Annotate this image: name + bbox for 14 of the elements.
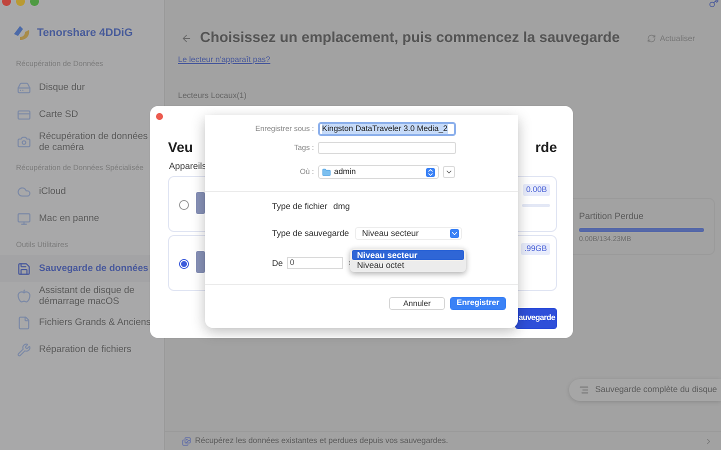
from-label: De [272,256,283,270]
footer-text: Récupérez les données existantes et perdues depuis vos sauvegardes. [195,435,450,447]
dialog-title-end: rde [535,138,557,157]
file-type-value: dmg [333,200,350,213]
partition-name: Partition Perdue [579,210,645,223]
section-label: Lecteurs Locaux(1) [178,90,248,102]
app-title: Tenorshare 4DDiG [37,26,133,41]
size-badge: 0.00B [523,184,550,196]
page-title: Choisissez un emplacement, puis commencez la sauvegarde [200,29,621,48]
devices-label: Appareils [169,160,207,173]
backup-type-label: Type de sauvegarde [272,226,350,240]
dialog-title-start: Veu [168,138,193,157]
file-type-label: Type de fichier [272,200,328,213]
size-badge: .99GB [521,242,550,254]
